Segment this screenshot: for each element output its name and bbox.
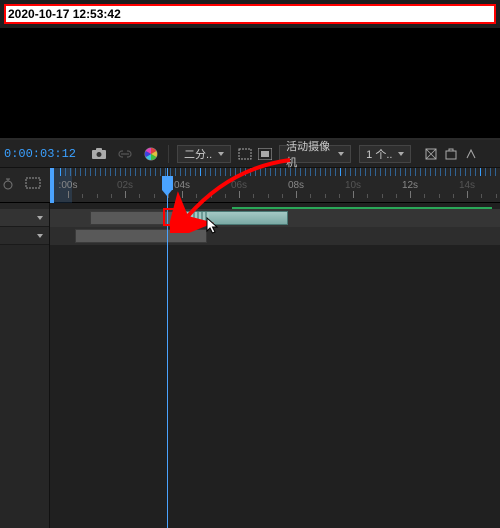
preview-viewport[interactable] [0,28,500,140]
track-area[interactable] [50,203,500,528]
track-row-1[interactable] [50,209,500,227]
timeline-header-left [16,168,50,202]
resolution-dropdown[interactable]: 二分.. [177,145,231,163]
clip-transition-hatch [181,212,209,224]
chevron-down-icon [37,216,43,220]
toolbar-separator [168,145,169,163]
timeline-panel: :00s02s04s06s08s10s12s14s16s 友 [0,168,500,528]
shy-toggle-icon[interactable] [24,176,42,195]
view-count-dropdown[interactable]: 1 个.. [359,145,411,163]
timestamp-text: 2020-10-17 12:53:42 [8,7,121,21]
tool-icon-2[interactable] [444,147,458,161]
annotation-red-box [163,208,183,226]
tool-icon-3[interactable] [464,147,478,161]
camera-dropdown[interactable]: 活动摄像机 [279,145,351,163]
tool-icon-1[interactable] [424,147,438,161]
layer-headers-column [0,203,50,528]
timeline-body [0,203,500,528]
timestamp-overlay: 2020-10-17 12:53:42 [4,4,496,24]
color-wheel-icon[interactable] [142,145,160,163]
timeline-header: :00s02s04s06s08s10s12s14s16s [0,168,500,203]
preview-toolbar: 0:00:03:12 二分.. 活动摄像机 1 个.. [0,140,500,168]
clip-audio[interactable] [180,211,288,225]
layer-header-2[interactable] [0,227,49,245]
current-timecode[interactable]: 0:00:03:12 [4,147,76,161]
clip-layer-2[interactable] [75,229,207,243]
stopwatch-icon[interactable] [2,177,14,195]
timeline-left-tools [0,168,16,203]
time-ruler[interactable]: :00s02s04s06s08s10s12s14s16s [50,168,500,202]
chevron-down-icon [37,234,43,238]
layer-header-1[interactable] [0,209,49,227]
link-icon[interactable] [116,145,134,163]
track-row-2[interactable] [50,227,500,245]
mask-toggle-icon[interactable] [258,147,272,161]
region-icon[interactable] [238,147,252,161]
snapshot-icon[interactable] [90,145,108,163]
